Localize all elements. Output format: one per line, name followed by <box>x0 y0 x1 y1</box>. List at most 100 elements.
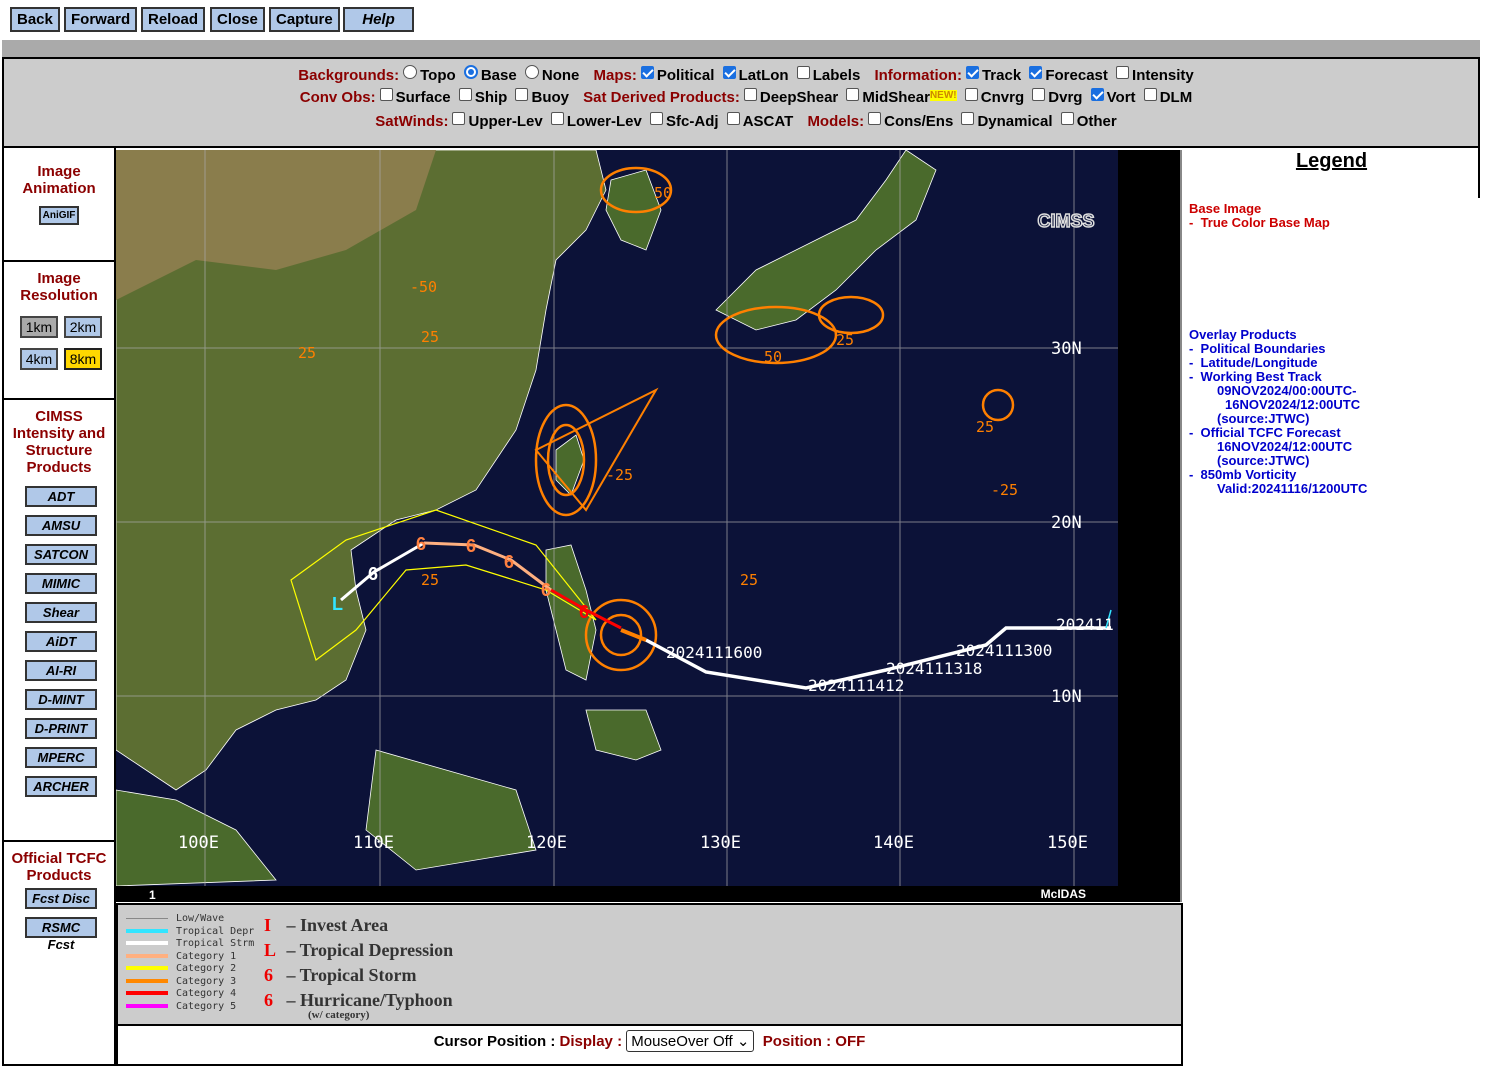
information-track-checkbox[interactable] <box>965 66 979 79</box>
track-label: 2024111600 <box>666 643 762 662</box>
information-intensity-checkbox[interactable] <box>1116 66 1130 79</box>
cimss-title: CIMSS Intensity and Structure Products <box>12 408 106 476</box>
models-dynamical-checkbox[interactable] <box>961 112 975 125</box>
new-badge: NEW! <box>929 90 957 101</box>
mouseover-select[interactable]: MouseOver Off ⌄ <box>626 1030 755 1052</box>
models-cons-ens-checkbox[interactable] <box>868 112 882 125</box>
option-label: Base <box>480 67 517 84</box>
sat-derived-deepshear-checkbox[interactable] <box>743 88 757 101</box>
animation-section: Image Animation AniGIF <box>4 148 114 262</box>
storm-symbol-legend: 6 – Tropical Storm <box>264 965 417 985</box>
aidt-button[interactable]: AiDT <box>25 631 97 652</box>
close-button[interactable]: Close <box>210 7 265 32</box>
lon-label: 130E <box>700 833 741 853</box>
overlay-item: - Official TCFC Forecast <box>1189 425 1341 440</box>
resolution-title: Image Resolution <box>20 270 98 304</box>
vort-label: -25 <box>991 481 1018 499</box>
adt-button[interactable]: ADT <box>25 486 97 507</box>
track-legend-line: Tropical Depr <box>126 926 254 939</box>
display-label: Display : <box>559 1033 623 1050</box>
sat-derived-cnvrg-checkbox[interactable] <box>964 88 978 101</box>
shear-button[interactable]: Shear <box>25 602 97 623</box>
storm-symbol-legend: I – Invest Area <box>264 915 389 935</box>
maps-political-checkbox[interactable] <box>640 66 654 79</box>
fcst-disc-button[interactable]: Fcst Disc <box>25 888 97 909</box>
option-label: MidShear <box>862 89 930 106</box>
svg-text:6: 6 <box>466 536 476 556</box>
sat-derived-vort-checkbox[interactable] <box>1090 88 1104 101</box>
conv-obs-ship-checkbox[interactable] <box>458 88 472 101</box>
archer-button[interactable]: ARCHER <box>25 776 97 797</box>
res-2km-button[interactable]: 2km <box>64 316 102 338</box>
backgrounds-topo-radio[interactable] <box>403 65 418 79</box>
option-label: Political <box>656 67 715 84</box>
svg-text:6: 6 <box>579 602 589 622</box>
back-button[interactable]: Back <box>10 7 60 32</box>
help-button[interactable]: Help <box>343 7 414 32</box>
vort-label: -50 <box>410 278 437 296</box>
option-label: Dynamical <box>977 113 1053 130</box>
option-label: Labels <box>812 67 861 84</box>
d-mint-button[interactable]: D-MINT <box>25 689 97 710</box>
track-legend: Low/Wave Tropical Depr Tropical Strm Catego… <box>116 903 1183 1026</box>
vort-label: 25 <box>740 571 758 589</box>
satwinds-label: SatWinds: <box>375 113 449 130</box>
satellite-map[interactable]: 6 6 6 6 6 6 L 2024111600 2024111412 2024111318… <box>116 150 1118 902</box>
track-label: 2024111412 <box>808 676 904 695</box>
anigif-button[interactable]: AniGIF <box>39 206 79 225</box>
satwinds-ascat-checkbox[interactable] <box>726 112 740 125</box>
res-1km-button[interactable]: 1km <box>20 316 58 338</box>
information-forecast-checkbox[interactable] <box>1029 66 1043 79</box>
backgrounds-none-radio[interactable] <box>524 65 539 79</box>
ai-ri-button[interactable]: AI-RI <box>25 660 97 681</box>
legend-panel: Legend Base Image - True Color Base Map … <box>1183 148 1480 496</box>
satwinds-upper-lev-checkbox[interactable] <box>452 112 466 125</box>
vort-label: 25 <box>421 571 439 589</box>
amsu-button[interactable]: AMSU <box>25 515 97 536</box>
sat-derived-dvrg-checkbox[interactable] <box>1032 88 1046 101</box>
overlay-detail: (source:JTWC) <box>1217 411 1310 426</box>
capture-button[interactable]: Capture <box>269 7 340 32</box>
tcfc-title: Official TCFC Products <box>11 850 107 884</box>
sat-derived-dlm-checkbox[interactable] <box>1143 88 1157 101</box>
conv-obs-surface-checkbox[interactable] <box>379 88 393 101</box>
models-other-checkbox[interactable] <box>1060 112 1074 125</box>
maps-labels-checkbox[interactable] <box>796 66 810 79</box>
track-legend-line: Category 2 <box>126 963 254 976</box>
satwinds-lower-lev-checkbox[interactable] <box>550 112 564 125</box>
track-legend-line: Category 5 <box>126 1001 254 1014</box>
overlay-detail: Valid:20241116/1200UTC <box>1217 481 1368 496</box>
track-legend-line: Tropical Strm <box>126 938 254 951</box>
vort-label: 25 <box>421 328 439 346</box>
track-legend-line: Category 3 <box>126 976 254 989</box>
overlay-detail: 16NOV2024/12:00UTC <box>1225 397 1361 412</box>
tcfc-section: Official TCFC Products Fcst Disc RSMC Fcs… <box>4 842 114 1066</box>
option-label: Ship <box>474 89 508 106</box>
cursor-label: Cursor Position : <box>433 1033 556 1050</box>
cursor-bar: Cursor Position : Display : MouseOver Of… <box>116 1026 1183 1066</box>
option-label: Dvrg <box>1048 89 1083 106</box>
frame-number: 1 <box>149 888 156 902</box>
forward-button[interactable]: Forward <box>64 7 138 32</box>
d-print-button[interactable]: D-PRINT <box>25 718 97 739</box>
lon-label: 100E <box>178 833 219 853</box>
conv-obs-buoy-checkbox[interactable] <box>515 88 529 101</box>
track-label: 202411 <box>1056 615 1114 634</box>
option-label: Topo <box>420 67 456 84</box>
sidebar: Image Animation AniGIF Image Resolution … <box>2 148 116 1066</box>
backgrounds-base-radio[interactable] <box>463 65 478 79</box>
satwinds-sfc-adj-checkbox[interactable] <box>650 112 664 125</box>
map-status-bar <box>116 886 1118 902</box>
res-8km-button[interactable]: 8km <box>64 348 102 370</box>
mperc-button[interactable]: MPERC <box>25 747 97 768</box>
maps-latlon-checkbox[interactable] <box>722 66 736 79</box>
res-4km-button[interactable]: 4km <box>20 348 58 370</box>
option-label: Track <box>981 67 1022 84</box>
reload-button[interactable]: Reload <box>141 7 206 32</box>
sat-derived-midshear-checkbox[interactable] <box>846 88 860 101</box>
mimic-button[interactable]: MIMIC <box>25 573 97 594</box>
position-label: Position : <box>762 1033 832 1050</box>
svg-text:6: 6 <box>368 564 378 584</box>
satcon-button[interactable]: SATCON <box>25 544 97 565</box>
rsmc-fcst-button[interactable]: RSMC Fcst <box>25 917 97 952</box>
